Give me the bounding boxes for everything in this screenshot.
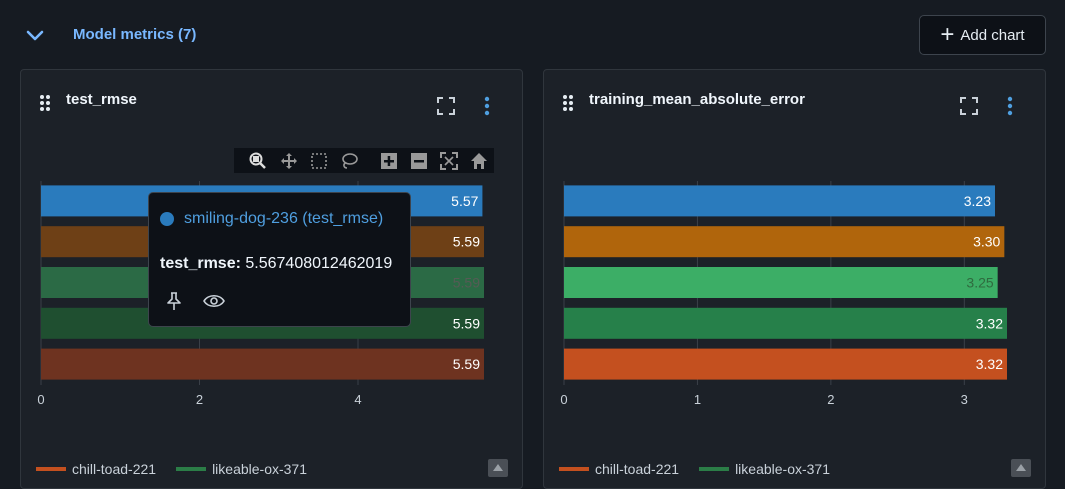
eye-icon[interactable] bbox=[203, 293, 225, 309]
section-title[interactable]: Model metrics (7) bbox=[73, 26, 196, 43]
bar-value-label: 5.57 bbox=[451, 193, 478, 209]
legend-item[interactable]: likeable-ox-371 bbox=[699, 461, 830, 477]
bar bbox=[564, 226, 1005, 258]
bar-value-label: 5.59 bbox=[453, 234, 480, 250]
tooltip-metric-label: test_rmse: bbox=[160, 255, 241, 272]
legend-item[interactable]: chill-toad-221 bbox=[36, 461, 156, 477]
zoom-out-icon[interactable] bbox=[409, 151, 429, 171]
legend-swatch bbox=[176, 467, 207, 471]
legend-scroll-button[interactable] bbox=[1011, 459, 1031, 477]
autoscale-icon[interactable] bbox=[439, 151, 459, 171]
x-tick-label: 3 bbox=[961, 392, 968, 407]
bar-value-label: 3.32 bbox=[976, 315, 1003, 331]
chart-legend: chill-toad-221 likeable-ox-371 bbox=[559, 461, 830, 477]
chart-card-training-mae: training_mean_absolute_error 0 1 2 3 3.23 3.3… bbox=[543, 69, 1046, 489]
bar-value-label: 3.30 bbox=[973, 234, 1000, 250]
hover-tooltip: smiling-dog-236 (test_rmse) test_rmse: 5… bbox=[148, 192, 411, 327]
x-tick-label: 2 bbox=[827, 392, 834, 407]
legend-item[interactable]: likeable-ox-371 bbox=[176, 461, 307, 477]
chart-legend: chill-toad-221 likeable-ox-371 bbox=[36, 461, 307, 477]
bar-chart: 0 1 2 3 3.23 3.30 3.25 3.32 3.32 bbox=[560, 181, 1007, 407]
pan-icon[interactable] bbox=[279, 151, 299, 171]
add-chart-button[interactable]: + Add chart bbox=[919, 15, 1046, 55]
plus-icon: + bbox=[940, 21, 955, 48]
bar bbox=[41, 348, 484, 380]
plot-toolbar bbox=[234, 148, 494, 173]
bar-value-label: 3.25 bbox=[966, 275, 993, 291]
legend-swatch bbox=[559, 467, 589, 471]
lasso-icon[interactable] bbox=[339, 151, 359, 171]
section-header: Model metrics (7) + Add chart bbox=[0, 0, 1065, 70]
legend-label: likeable-ox-371 bbox=[212, 461, 308, 477]
pin-icon[interactable] bbox=[165, 291, 183, 311]
legend-label: chill-toad-221 bbox=[595, 461, 680, 477]
bar-value-label: 5.59 bbox=[453, 315, 480, 331]
x-tick-label: 0 bbox=[37, 392, 44, 407]
zoom-in-icon[interactable] bbox=[379, 151, 399, 171]
reset-home-icon[interactable] bbox=[469, 151, 489, 171]
bar-value-label: 5.59 bbox=[453, 356, 480, 372]
zoom-icon[interactable] bbox=[248, 151, 268, 171]
x-tick-label: 0 bbox=[560, 392, 567, 407]
bar bbox=[564, 185, 995, 217]
legend-swatch bbox=[699, 467, 730, 471]
bar-value-label: 3.32 bbox=[976, 356, 1003, 372]
legend-label: likeable-ox-371 bbox=[735, 461, 831, 477]
bar bbox=[564, 348, 1007, 380]
chevron-down-icon[interactable] bbox=[24, 24, 46, 46]
bar-value-label: 5.59 bbox=[453, 275, 480, 291]
tooltip-metric-value: 5.567408012462019 bbox=[245, 255, 393, 272]
box-select-icon[interactable] bbox=[309, 151, 329, 171]
bar bbox=[564, 307, 1007, 339]
add-chart-label: Add chart bbox=[960, 26, 1025, 44]
legend-swatch bbox=[36, 467, 66, 471]
series-color-dot bbox=[160, 212, 174, 226]
bar-value-label: 3.23 bbox=[964, 193, 991, 209]
bar bbox=[564, 267, 998, 298]
legend-label: chill-toad-221 bbox=[72, 461, 157, 477]
x-tick-label: 4 bbox=[354, 392, 361, 407]
legend-item[interactable]: chill-toad-221 bbox=[559, 461, 679, 477]
tooltip-run-name[interactable]: smiling-dog-236 (test_rmse) bbox=[184, 210, 383, 228]
x-tick-label: 2 bbox=[196, 392, 203, 407]
x-tick-label: 1 bbox=[694, 392, 701, 407]
tooltip-metric: test_rmse: 5.567408012462019 bbox=[160, 255, 392, 273]
legend-scroll-button[interactable] bbox=[488, 459, 508, 477]
